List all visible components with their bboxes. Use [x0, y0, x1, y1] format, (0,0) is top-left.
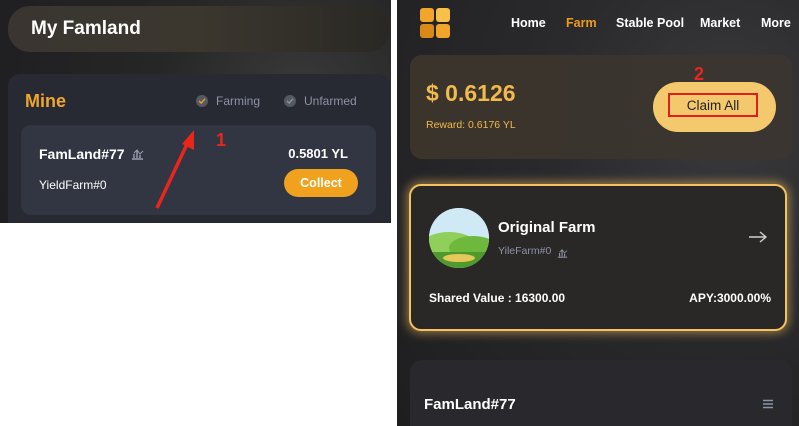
- menu-icon[interactable]: [763, 399, 773, 409]
- annotation-2: 2: [694, 64, 705, 84]
- check-icon: [196, 95, 208, 107]
- claim-all-label: Claim All: [668, 93, 758, 117]
- famland-yieldfarm: YieldFarm#0: [39, 178, 107, 192]
- farm-sub: YileFarm#0: [498, 245, 552, 257]
- reward-text: Reward: 0.6176 YL: [426, 119, 516, 131]
- original-farm-card[interactable]: Original Farm YileFarm#0 Shared Value : …: [409, 184, 787, 331]
- balance-value: $ 0.6126: [426, 80, 516, 106]
- collect-button[interactable]: Collect: [284, 169, 358, 197]
- filter-unfarmed[interactable]: Unfarmed: [284, 94, 357, 108]
- arrow-right-icon[interactable]: [748, 231, 768, 243]
- mine-title: Mine: [25, 91, 67, 111]
- claim-all-button[interactable]: Claim All: [653, 82, 776, 132]
- balance-card: $ 0.6126 Reward: 0.6176 YL Claim All: [410, 55, 792, 159]
- nav-stable-pool[interactable]: Stable Pool: [616, 16, 684, 30]
- chart-icon[interactable]: [131, 147, 144, 165]
- my-famland-panel: My Famland Mine Farming Unfarmed FamLand…: [0, 0, 391, 223]
- famland-card-title: FamLand#77: [424, 396, 516, 413]
- filter-farming-label: Farming: [216, 94, 261, 108]
- farm-avatar: [429, 208, 489, 268]
- nav-market[interactable]: Market: [700, 16, 740, 30]
- filter-unfarmed-label: Unfarmed: [304, 94, 357, 108]
- nav-farm[interactable]: Farm: [566, 16, 597, 30]
- famland-yield: 0.5801 YL: [288, 146, 348, 161]
- shared-value: Shared Value : 16300.00: [429, 291, 566, 305]
- check-icon: [284, 95, 296, 107]
- logo-icon[interactable]: [420, 8, 450, 38]
- annotation-1: 1: [216, 130, 227, 150]
- famland-card: FamLand#77: [410, 360, 792, 426]
- nav-more[interactable]: More: [761, 16, 791, 30]
- chart-icon[interactable]: [557, 245, 568, 263]
- annotation-arrow-icon: [155, 130, 194, 209]
- farm-panel: Home Farm Stable Pool Market More $ 0.61…: [397, 0, 799, 426]
- apy-value: APY:3000.00%: [689, 291, 771, 305]
- filter-farming[interactable]: Farming: [196, 94, 260, 108]
- page-header: My Famland: [8, 6, 390, 52]
- page-title: My Famland: [31, 18, 141, 39]
- famland-name: FamLand#77: [39, 146, 125, 162]
- nav-home[interactable]: Home: [511, 16, 546, 30]
- farm-name: Original Farm: [498, 219, 596, 236]
